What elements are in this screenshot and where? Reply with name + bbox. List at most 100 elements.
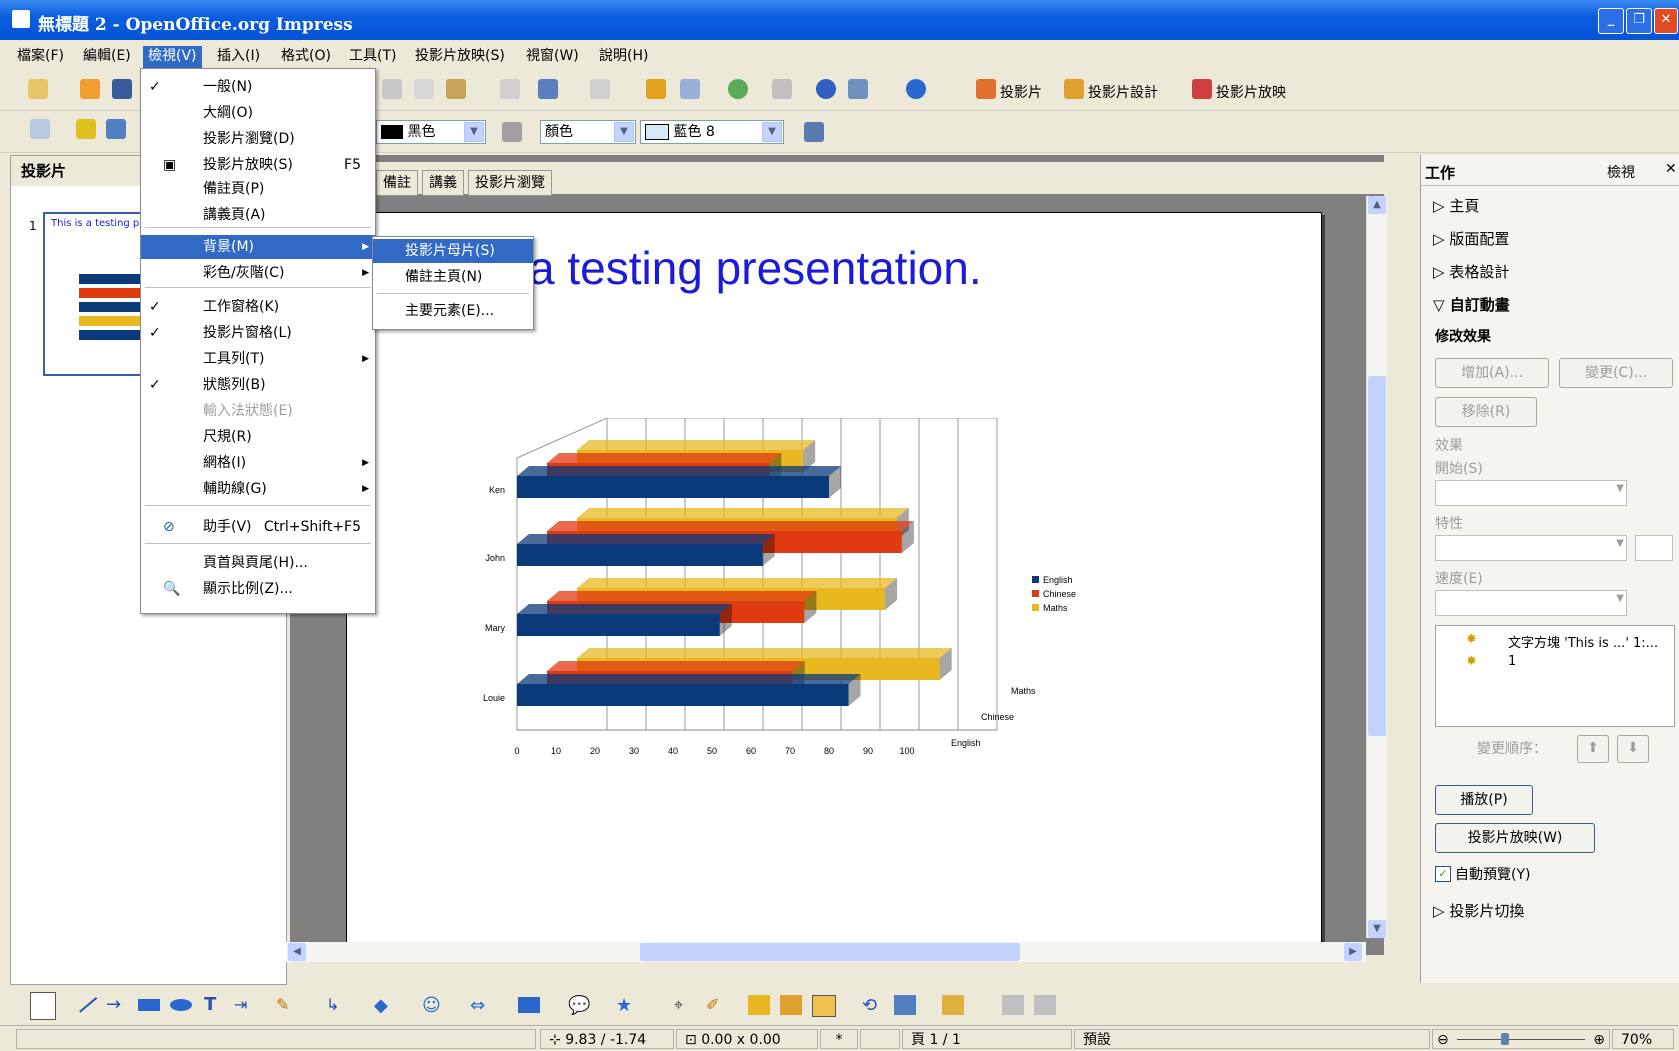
from-file-icon[interactable]	[780, 995, 802, 1015]
shadow-icon[interactable]	[804, 122, 824, 142]
menu-help[interactable]: 說明(H)	[594, 46, 653, 68]
animation-item-label[interactable]: 文字方塊 'This is ...' 1:...	[1508, 632, 1658, 651]
horizontal-scrollbar[interactable]: ◀ ▶	[286, 942, 1366, 962]
play-button[interactable]: 播放(P)	[1435, 785, 1533, 815]
undo-icon[interactable]	[538, 79, 558, 99]
arrow-tool-icon[interactable]: →	[106, 995, 128, 1015]
menu-edit[interactable]: 編輯(E)	[78, 46, 136, 68]
close-button[interactable]: ✕	[1654, 8, 1678, 34]
menu-file[interactable]: 檔案(F)	[12, 46, 69, 68]
line-color-select[interactable]: 黑色 ▼	[376, 120, 486, 144]
fontwork-icon[interactable]	[748, 995, 770, 1015]
hand-icon[interactable]	[1034, 995, 1056, 1015]
area-color-select[interactable]: 藍色 8 ▼	[640, 120, 784, 144]
speed-select[interactable]: ▼	[1435, 590, 1627, 616]
connector-tool-icon[interactable]: ↳	[326, 995, 348, 1015]
menu-item-view-3[interactable]: ▣ 投影片放映(S) F5	[141, 153, 375, 177]
select-pointer-icon[interactable]	[30, 992, 56, 1020]
slide-icon[interactable]	[976, 79, 996, 99]
effects-icon[interactable]: ⟲	[862, 995, 884, 1016]
animation-list[interactable]: ✸ 文字方塊 'This is ...' 1:... ✸ 1	[1435, 625, 1675, 727]
menu-item-view-16[interactable]: ⊘ 助手(V) Ctrl+Shift+F5	[141, 515, 375, 539]
menu-item-view-13[interactable]: 尺規(R)	[141, 425, 375, 449]
arrow-style-icon[interactable]	[106, 119, 126, 139]
menu-window[interactable]: 視窗(W)	[521, 46, 584, 68]
section-table-design[interactable]: ▷ 表格設計	[1433, 261, 1509, 282]
autopreview-checkbox[interactable]: ✓	[1435, 866, 1451, 882]
zoom-out-icon[interactable]: ⊖	[1437, 1032, 1449, 1048]
text-tool-icon[interactable]: T	[204, 995, 226, 1015]
section-custom-animation[interactable]: ▽ 自訂動畫	[1433, 294, 1510, 315]
cut-icon[interactable]	[382, 79, 402, 99]
zoom-slider[interactable]: ⊖ ⊕	[1432, 1029, 1610, 1049]
display-icon[interactable]	[30, 119, 50, 139]
minimize-button[interactable]: _	[1598, 8, 1624, 34]
menu-item-view-0[interactable]: ✓ 一般(N)	[141, 75, 375, 99]
scroll-left-icon[interactable]: ◀	[288, 943, 306, 961]
section-slide-transition[interactable]: ▷ 投影片切換	[1433, 900, 1524, 921]
tab-handout[interactable]: 講義	[422, 170, 464, 196]
flowchart-icon[interactable]	[518, 997, 540, 1013]
menu-item-view-10[interactable]: 工具列(T) ▶	[141, 347, 375, 371]
symbol-shapes-icon[interactable]: ☺	[422, 995, 444, 1016]
remove-effect-button[interactable]: 移除(R)	[1435, 397, 1537, 427]
vertical-scrollbar[interactable]: ▲ ▼	[1366, 196, 1387, 938]
tab-notes[interactable]: 備註	[376, 170, 418, 196]
property-options-button[interactable]	[1635, 535, 1673, 561]
menu-item-view-9[interactable]: ✓ 投影片窗格(L)	[141, 321, 375, 345]
menu-item-view-6[interactable]: 背景(M) ▶	[141, 235, 375, 259]
paste-icon[interactable]	[446, 79, 466, 99]
slide-title[interactable]: a testing presentation.	[529, 241, 982, 295]
section-master-pages[interactable]: ▷ 主頁	[1433, 195, 1479, 216]
format-paintbrush-icon[interactable]	[500, 79, 520, 99]
line-tool-icon[interactable]	[72, 989, 98, 1013]
change-effect-button[interactable]: 變更(C)...	[1559, 358, 1673, 388]
menu-item-view-15[interactable]: 輔助線(G) ▶	[141, 477, 375, 501]
start-select[interactable]: ▼	[1435, 480, 1627, 506]
menu-item-view-7[interactable]: 彩色/灰階(C) ▶	[141, 261, 375, 285]
open-folder-icon[interactable]	[80, 79, 100, 99]
slideshow-button[interactable]: 投影片放映	[1216, 82, 1286, 102]
rectangle-tool-icon[interactable]	[138, 999, 160, 1011]
menu-item-view-14[interactable]: 網格(I) ▶	[141, 451, 375, 475]
arrange-icon[interactable]	[942, 995, 964, 1015]
task-pane-view-menu[interactable]: 檢視	[1607, 162, 1635, 182]
callout-line-icon[interactable]: ⇥	[234, 995, 256, 1015]
gallery-icon[interactable]	[812, 995, 836, 1017]
extrusion-icon[interactable]	[1002, 995, 1024, 1015]
menu-item-slide-master[interactable]: 投影片母片(S)	[373, 239, 533, 263]
zoom-in-icon[interactable]: ⊕	[1593, 1030, 1605, 1050]
section-layouts[interactable]: ▷ 版面配置	[1433, 228, 1509, 249]
stars-icon[interactable]: ★	[616, 995, 638, 1016]
close-icon[interactable]: ✕	[1665, 161, 1677, 177]
insert-media-icon[interactable]	[728, 79, 748, 99]
help-icon[interactable]	[906, 79, 926, 99]
slide-design-button[interactable]: 投影片設計	[1088, 82, 1158, 102]
scroll-right-icon[interactable]: ▶	[1344, 943, 1362, 961]
insert-table-icon[interactable]	[680, 79, 700, 99]
slide-design-icon[interactable]	[1064, 79, 1084, 99]
menu-item-view-4[interactable]: 備註頁(P)	[141, 177, 375, 201]
callouts-icon[interactable]: 💬	[568, 995, 590, 1016]
slide-button[interactable]: 投影片	[1000, 82, 1042, 102]
block-arrows-icon[interactable]: ⇔	[470, 995, 492, 1016]
maximize-button[interactable]: ❐	[1626, 8, 1652, 34]
menu-item-master-elements[interactable]: 主要元素(E)...	[373, 299, 533, 323]
property-select[interactable]: ▼	[1435, 535, 1627, 561]
move-up-icon[interactable]: ⬆	[1577, 735, 1609, 763]
alignment-icon[interactable]	[894, 995, 916, 1015]
copy-icon[interactable]	[414, 79, 434, 99]
horizontal-scroll-thumb[interactable]	[640, 943, 1020, 961]
line-style-icon[interactable]	[76, 119, 96, 139]
basic-shapes-icon[interactable]: ◆	[374, 995, 396, 1016]
new-document-icon[interactable]	[28, 79, 48, 99]
redo-icon[interactable]	[590, 79, 610, 99]
menu-item-view-1[interactable]: 大綱(O)	[141, 101, 375, 125]
menu-view[interactable]: 檢視(V)	[143, 46, 202, 68]
area-style-select[interactable]: 顏色 ▼	[540, 120, 636, 144]
slideshow-button[interactable]: 投影片放映(W)	[1435, 823, 1595, 853]
save-icon[interactable]	[112, 79, 132, 99]
navigator-icon[interactable]	[816, 79, 836, 99]
menu-tools[interactable]: 工具(T)	[344, 46, 401, 68]
menu-item-view-8[interactable]: ✓ 工作窗格(K)	[141, 295, 375, 319]
